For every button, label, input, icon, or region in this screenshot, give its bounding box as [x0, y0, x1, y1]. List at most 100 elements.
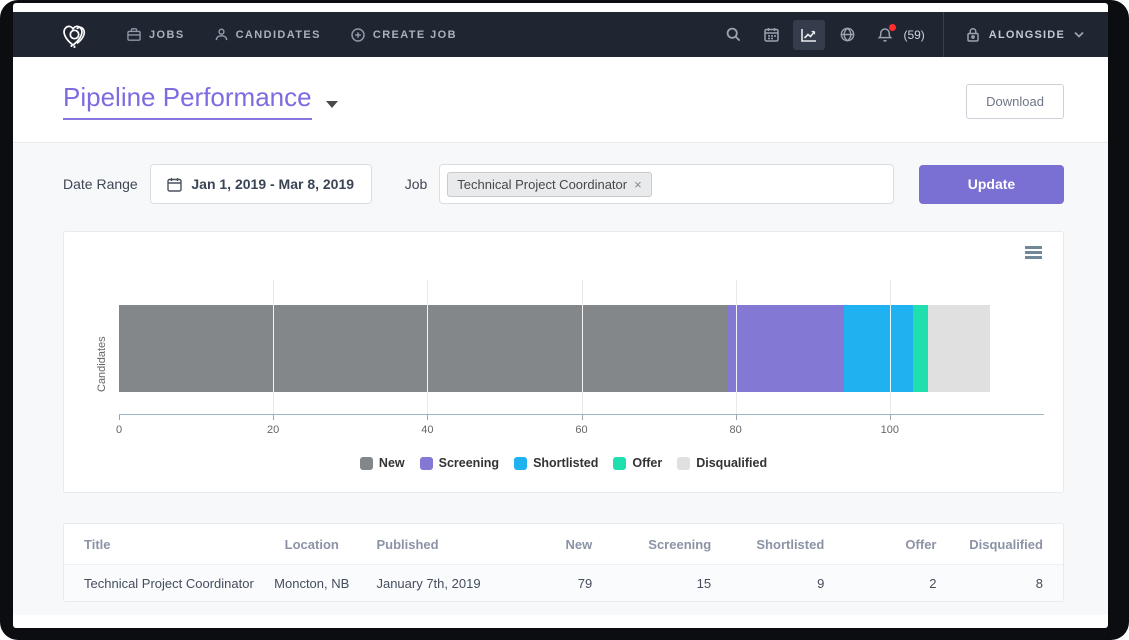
account-label: ALONGSIDE: [989, 29, 1065, 41]
x-axis-tick: [119, 415, 120, 420]
filter-bar: Date Range Jan 1, 2019 - Mar 8, 2019 Job…: [63, 164, 1064, 204]
job-label: Job: [405, 176, 428, 192]
legend-swatch-icon: [420, 457, 433, 470]
cell-disqualified: 8: [936, 576, 1042, 591]
y-axis-label: Candidates: [96, 305, 108, 392]
lock-icon: [966, 27, 980, 42]
x-axis-tick-label: 60: [575, 424, 587, 436]
legend-swatch-icon: [613, 457, 626, 470]
legend-swatch-icon: [514, 457, 527, 470]
plus-circle-icon: [351, 28, 365, 42]
col-header-shortlisted: Shortlisted: [711, 537, 824, 552]
main-menu: JOBS CANDIDATES CREATE JOB: [127, 28, 457, 42]
cell-screening: 15: [592, 576, 711, 591]
job-select-input[interactable]: Technical Project Coordinator ×: [439, 164, 894, 204]
gridline-over-bar: [273, 305, 274, 392]
legend-label: Disqualified: [696, 456, 767, 470]
col-header-title: Title: [84, 537, 247, 552]
x-axis-tick-label: 80: [730, 424, 742, 436]
chart-card: Candidates 020406080100 New Screening Sh…: [63, 231, 1064, 493]
gridline-over-bar: [890, 305, 891, 392]
table-row[interactable]: Technical Project Coordinator Moncton, N…: [64, 564, 1063, 601]
legend-item-disqualified[interactable]: Disqualified: [677, 456, 767, 470]
nav-label-create-job: CREATE JOB: [373, 29, 457, 41]
bar-segment-new[interactable]: [119, 305, 728, 392]
legend-swatch-icon: [360, 457, 373, 470]
chart-legend: New Screening Shortlisted Offer Disquali…: [64, 456, 1063, 470]
col-header-published: Published: [376, 537, 529, 552]
col-header-screening: Screening: [592, 537, 711, 552]
bar-segment-disqualified[interactable]: [928, 305, 990, 392]
legend-item-screening[interactable]: Screening: [420, 456, 499, 470]
legend-item-shortlisted[interactable]: Shortlisted: [514, 456, 598, 470]
calendar-icon: [167, 177, 182, 192]
alongside-logo-icon[interactable]: [59, 20, 91, 50]
plot-area: 020406080100: [119, 280, 1044, 414]
gridline-over-bar: [582, 305, 583, 392]
x-axis-tick: [736, 415, 737, 420]
cell-published: January 7th, 2019: [376, 576, 529, 591]
job-chip-label: Technical Project Coordinator: [457, 177, 627, 192]
cell-new: 79: [530, 576, 592, 591]
table-header-row: Title Location Published New Screening S…: [64, 524, 1063, 564]
page-header: Pipeline Performance Download: [13, 57, 1108, 120]
notification-dot: [889, 24, 896, 31]
title-dropdown-caret-icon[interactable]: [326, 101, 338, 108]
nav-item-candidates[interactable]: CANDIDATES: [215, 28, 321, 41]
legend-label: New: [379, 456, 405, 470]
briefcase-icon: [127, 28, 141, 41]
date-range-input[interactable]: Jan 1, 2019 - Mar 8, 2019: [150, 164, 372, 204]
legend-label: Offer: [632, 456, 662, 470]
download-button[interactable]: Download: [966, 84, 1064, 119]
page-title[interactable]: Pipeline Performance: [63, 82, 312, 120]
nav-item-create-job[interactable]: CREATE JOB: [351, 28, 457, 42]
results-table: Title Location Published New Screening S…: [63, 523, 1064, 602]
nav-label-candidates: CANDIDATES: [236, 29, 321, 41]
update-button[interactable]: Update: [919, 165, 1064, 204]
app-window: JOBS CANDIDATES CREATE JOB: [13, 3, 1108, 628]
col-header-offer: Offer: [824, 537, 936, 552]
legend-item-offer[interactable]: Offer: [613, 456, 662, 470]
x-axis-tick-label: 100: [881, 424, 899, 436]
date-range-label: Date Range: [63, 176, 138, 192]
navbar-divider: [943, 12, 944, 57]
navbar-right: (59) ALONGSIDE: [711, 12, 1094, 57]
bar-segment-shortlisted[interactable]: [844, 305, 913, 392]
bar-segment-offer[interactable]: [913, 305, 928, 392]
cell-location: Moncton, NB: [247, 576, 376, 591]
x-axis-tick-label: 40: [421, 424, 433, 436]
search-icon[interactable]: [717, 20, 749, 50]
main-content: Date Range Jan 1, 2019 - Mar 8, 2019 Job…: [13, 143, 1108, 615]
x-axis-tick: [890, 415, 891, 420]
user-icon: [215, 28, 228, 41]
legend-item-new[interactable]: New: [360, 456, 405, 470]
nav-item-jobs[interactable]: JOBS: [127, 28, 185, 41]
legend-label: Screening: [439, 456, 499, 470]
top-navbar: JOBS CANDIDATES CREATE JOB: [13, 12, 1108, 57]
col-header-new: New: [530, 537, 592, 552]
account-menu[interactable]: ALONGSIDE: [948, 27, 1094, 42]
chart-line-icon[interactable]: [793, 20, 825, 50]
notification-count[interactable]: (59): [903, 28, 924, 42]
legend-label: Shortlisted: [533, 456, 598, 470]
bell-icon[interactable]: [869, 20, 901, 50]
col-header-location: Location: [247, 537, 376, 552]
screenshot-frame: JOBS CANDIDATES CREATE JOB: [0, 0, 1129, 640]
x-axis-tick-label: 0: [116, 424, 122, 436]
gridline-over-bar: [427, 305, 428, 392]
x-axis-tick: [427, 415, 428, 420]
legend-swatch-icon: [677, 457, 690, 470]
job-chip: Technical Project Coordinator ×: [447, 172, 651, 197]
cell-offer: 2: [824, 576, 936, 591]
x-axis-tick-label: 20: [267, 424, 279, 436]
globe-icon[interactable]: [831, 20, 863, 50]
chevron-down-icon: [1074, 31, 1084, 38]
chip-remove-icon[interactable]: ×: [634, 178, 642, 191]
chart-menu-icon[interactable]: [1025, 246, 1042, 261]
bar-segment-screening[interactable]: [728, 305, 844, 392]
calendar-icon[interactable]: [755, 20, 787, 50]
date-range-value: Jan 1, 2019 - Mar 8, 2019: [191, 176, 354, 192]
col-header-disqualified: Disqualified: [936, 537, 1042, 552]
x-axis-tick: [273, 415, 274, 420]
gridline-over-bar: [736, 305, 737, 392]
